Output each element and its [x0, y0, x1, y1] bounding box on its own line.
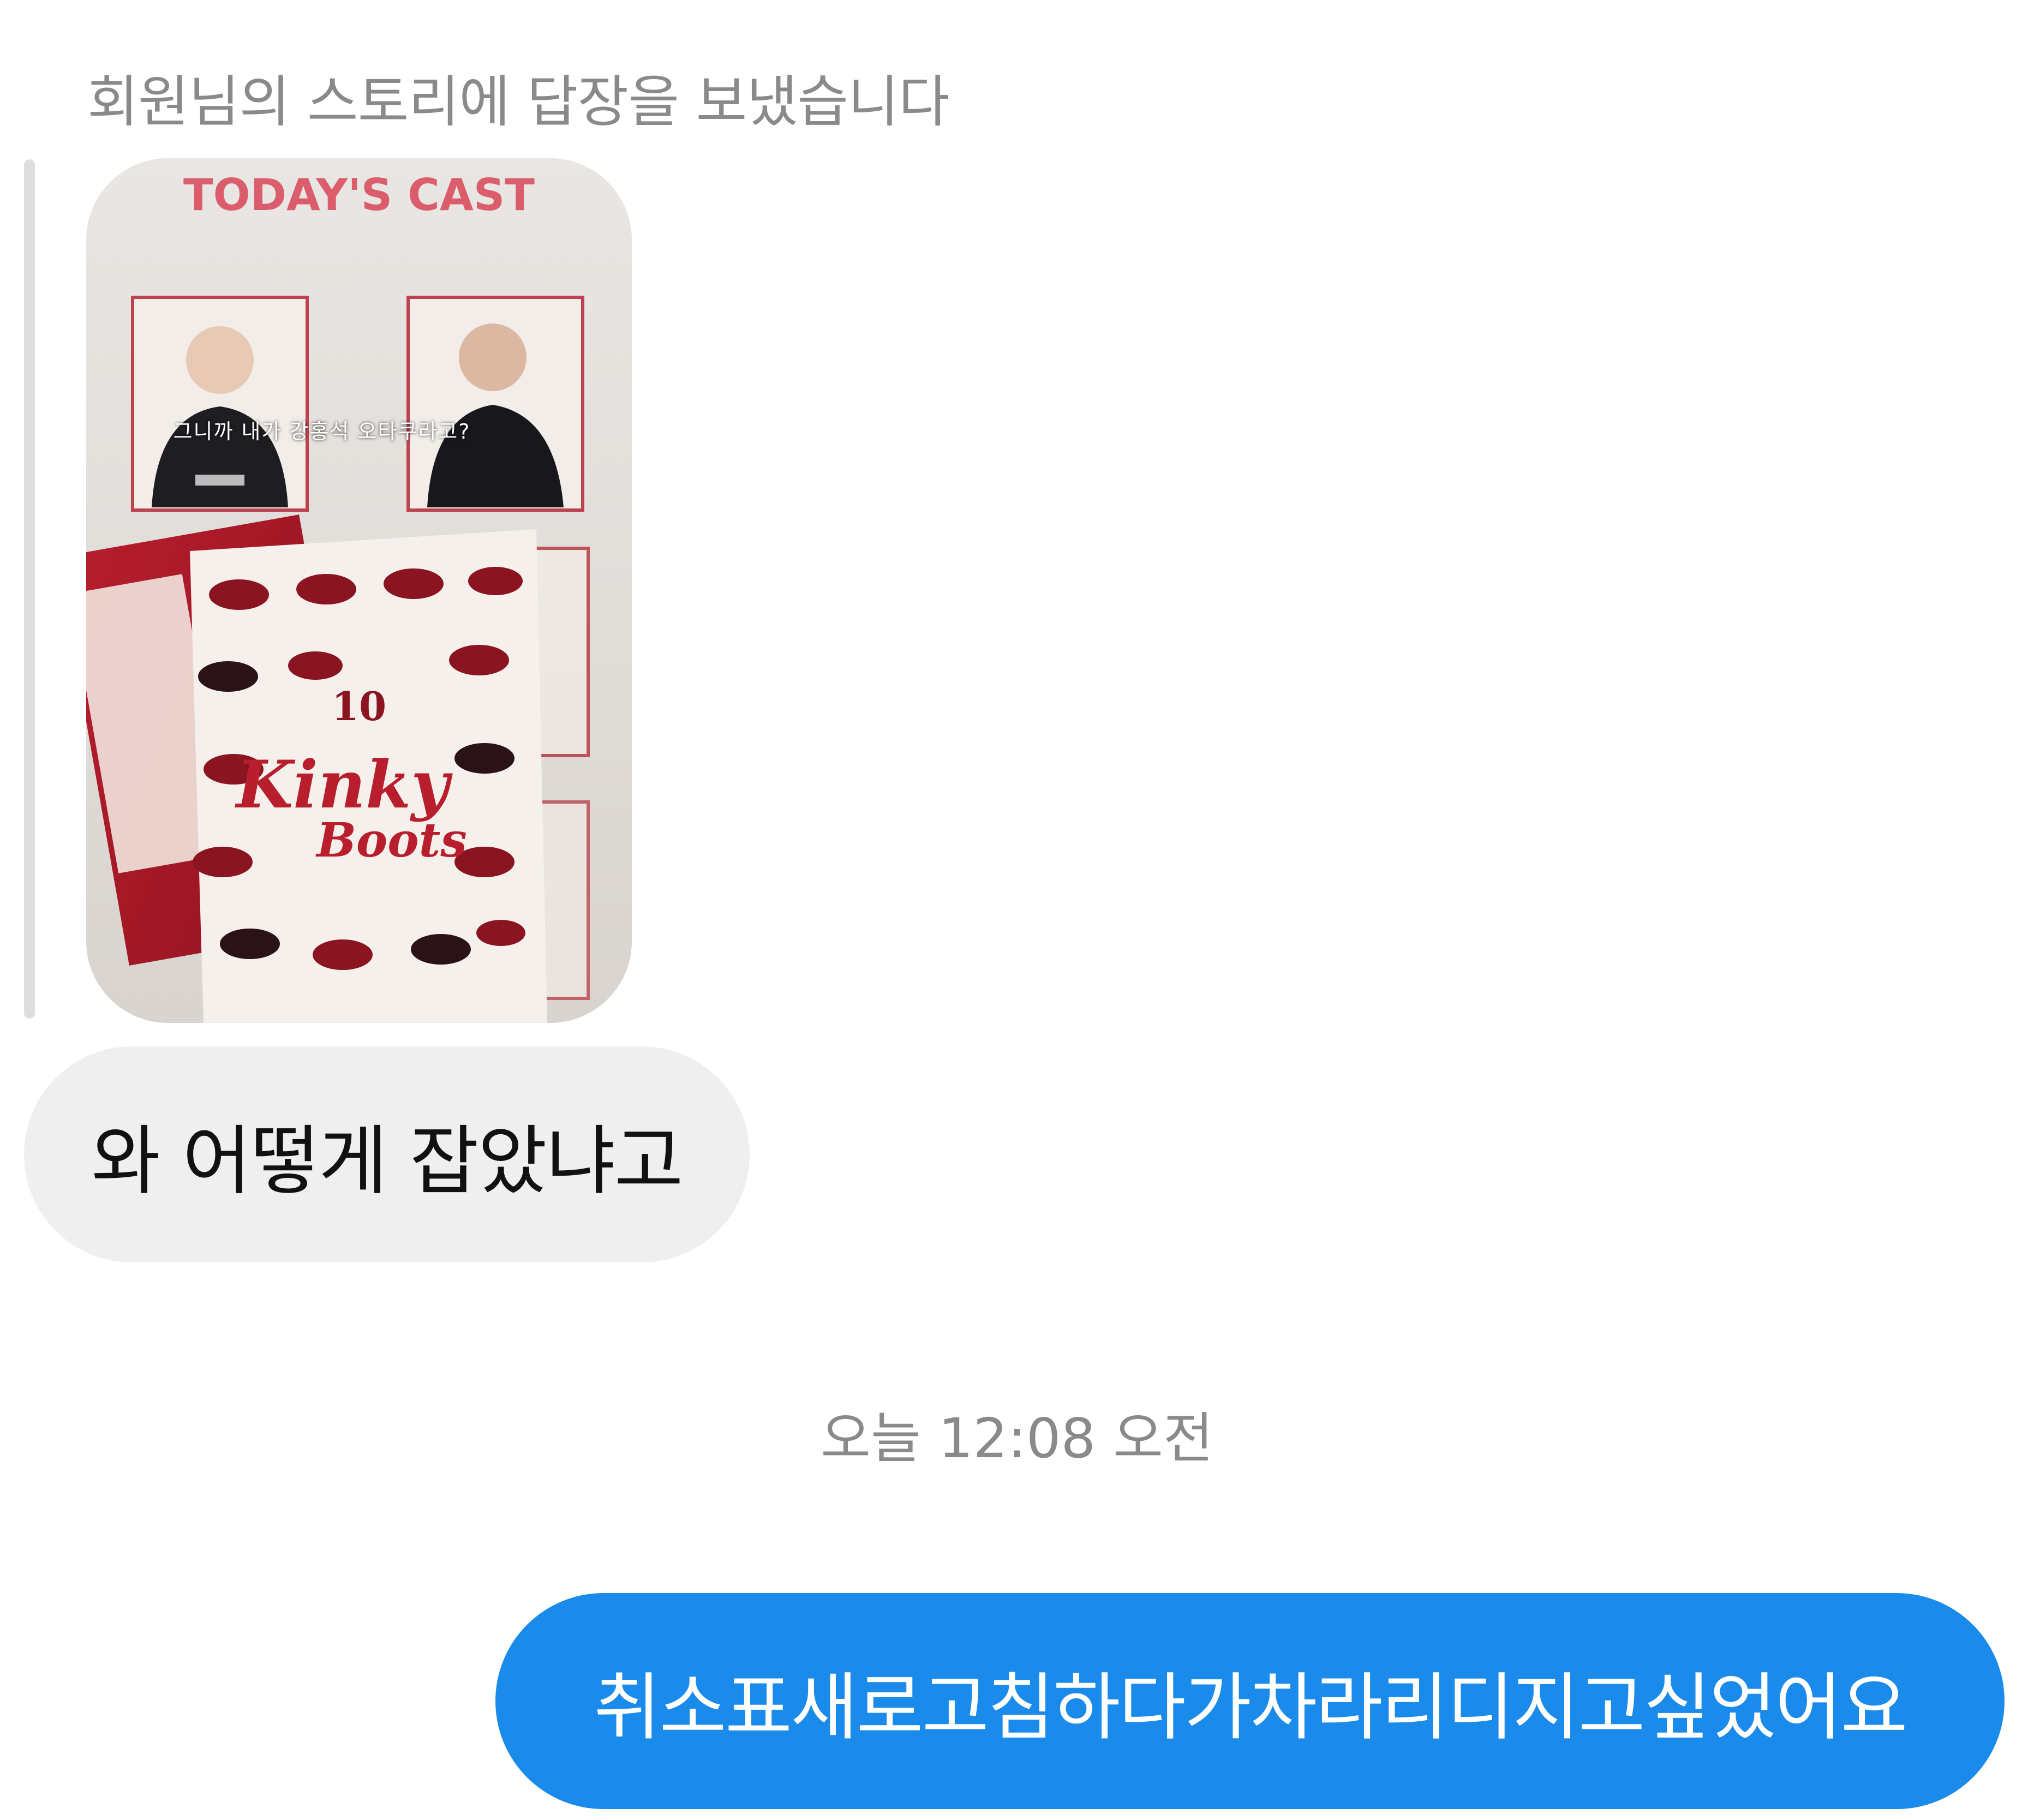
story-quote-bar [24, 159, 35, 1019]
cast-face [186, 326, 254, 394]
program-number: 10 [332, 683, 386, 729]
program-title-bottom: Boots [315, 813, 467, 868]
story-overlay-text: 그니까 내가 강홍석 오타쿠라고? [173, 420, 471, 444]
program-booklet: 10 Kinky Boots [190, 529, 547, 1023]
story-header-text: TODAY'S CAST [183, 170, 535, 220]
story-reply-label: 회원님의 스토리에 답장을 보냈습니다 [87, 70, 950, 135]
cast-face [459, 324, 527, 391]
cast-name-tag [195, 475, 244, 486]
story-reply-thumbnail[interactable]: TODAY'S CAST 10 Kinky Boots [86, 158, 632, 1023]
incoming-message-text: 와 어떻게 잡았냐고 [91, 1117, 683, 1205]
incoming-message-bubble[interactable]: 와 어떻게 잡았냐고 [24, 1046, 750, 1262]
outgoing-message-text: 취소표새로고침하다가차라리디지고싶었어요 [594, 1665, 1908, 1750]
story-photo: TODAY'S CAST 10 Kinky Boots [86, 158, 632, 1023]
message-timestamp: 오늘 12:08 오전 [821, 1406, 1213, 1470]
program-title-top: Kinky [235, 746, 453, 823]
outgoing-message-bubble[interactable]: 취소표새로고침하다가차라리디지고싶었어요 [495, 1593, 2005, 1809]
